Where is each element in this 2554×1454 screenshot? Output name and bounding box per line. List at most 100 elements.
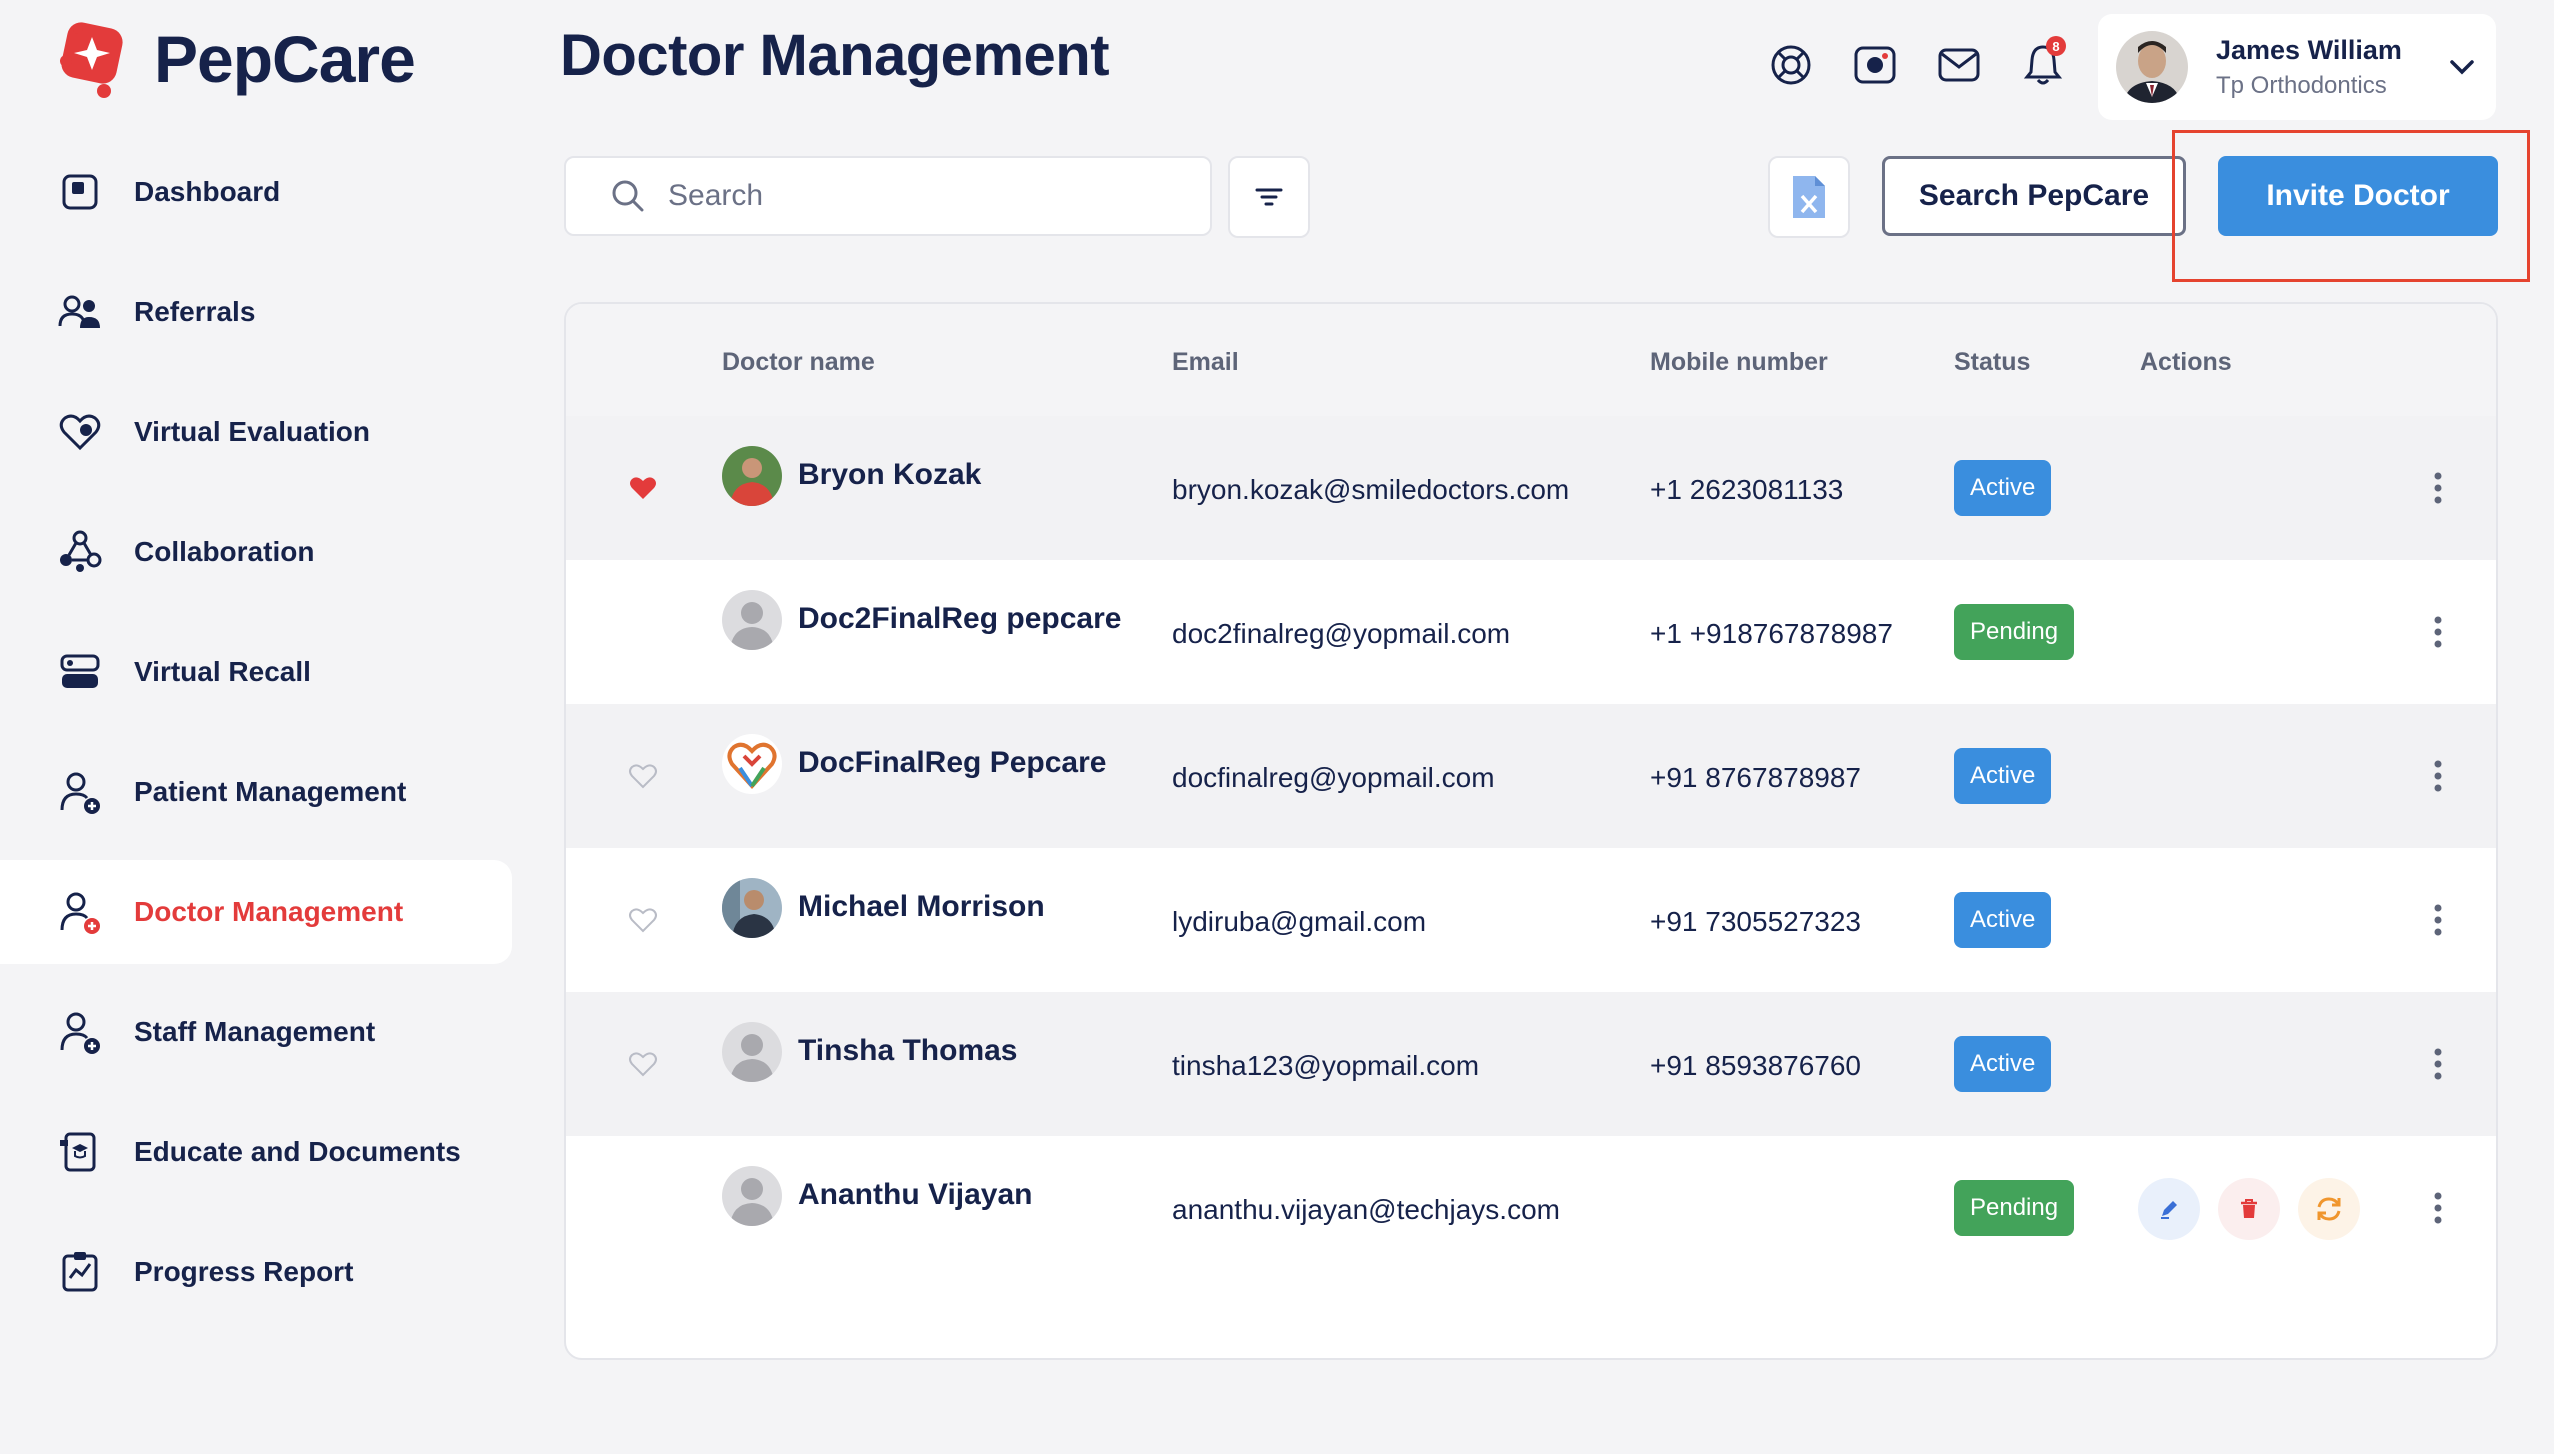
sidebar-item-patient-management[interactable]: Patient Management [0,740,512,844]
column-header-mobile[interactable]: Mobile number [1650,348,1828,377]
doctor-name[interactable]: Michael Morrison [798,890,1045,924]
sidebar-item-referrals[interactable]: Referrals [0,260,512,364]
delete-button[interactable] [2218,1178,2280,1240]
export-excel-button[interactable] [1768,156,1850,238]
recall-icon [56,648,104,696]
more-options-icon[interactable] [2418,1188,2458,1228]
more-options-icon[interactable] [2418,756,2458,796]
search-pepcare-button[interactable]: Search PepCare [1882,156,2186,236]
sidebar-item-educate-documents[interactable]: Educate and Documents [0,1100,512,1204]
filter-icon [1255,188,1283,206]
status-badge: Active [1954,460,2052,516]
chevron-down-icon[interactable] [2446,51,2478,83]
favorite-heart-outline-icon[interactable] [628,904,658,934]
sidebar-item-staff-management[interactable]: Staff Management [0,980,512,1084]
sidebar-item-label: Referrals [134,296,256,327]
sidebar-item-label: Collaboration [134,536,315,567]
support-icon[interactable] [1766,40,1816,90]
sidebar-item-virtual-evaluation[interactable]: Virtual Evaluation [0,380,512,484]
trash-icon [2241,1199,2257,1218]
doctor-name[interactable]: Ananthu Vijayan [798,1178,1033,1212]
resend-button[interactable] [2298,1178,2360,1240]
doctor-avatar-placeholder [722,1022,782,1082]
doctor-name[interactable]: Tinsha Thomas [798,1034,1018,1068]
sidebar: Dashboard Referrals Virtual Evaluation C… [0,140,512,1340]
pepcare-logo-icon [60,22,123,98]
doctor-email: docfinalreg@yopmail.com [1172,762,1495,793]
dashboard-icon [56,168,104,216]
app-name: PepCare [154,22,416,96]
table-row[interactable]: DocFinalReg Pepcare docfinalreg@yopmail.… [566,704,2496,848]
doctor-name[interactable]: Doc2FinalReg pepcare [798,602,1121,636]
edit-button[interactable] [2138,1178,2200,1240]
notification-badge: 8 [2046,36,2066,56]
record-icon[interactable] [1850,40,1900,90]
sidebar-item-doctor-management[interactable]: Doctor Management [0,860,512,964]
refresh-icon [2317,1197,2341,1221]
invite-doctor-button[interactable]: Invite Doctor [2218,156,2498,236]
progress-report-icon [56,1248,104,1296]
sidebar-item-progress-report[interactable]: Progress Report [0,1220,512,1324]
column-header-actions: Actions [2140,348,2232,376]
user-avatar [2116,31,2188,103]
more-options-icon[interactable] [2418,468,2458,508]
search-box[interactable] [564,156,1212,236]
status-badge: Pending [1954,604,2075,660]
more-options-icon[interactable] [2418,900,2458,940]
sidebar-item-label: Doctor Management [134,896,404,927]
user-menu[interactable]: James William Tp Orthodontics [2098,14,2496,120]
pencil-icon [2161,1201,2177,1219]
sidebar-item-label: Virtual Recall [134,656,311,687]
doctor-icon [56,888,104,936]
doctor-email: doc2finalreg@yopmail.com [1172,618,1511,649]
patient-icon [56,768,104,816]
doctor-mobile: +91 8767878987 [1650,762,1861,793]
sidebar-item-label: Dashboard [134,176,281,207]
doctor-email: bryon.kozak@smiledoctors.com [1172,474,1570,505]
table-row[interactable]: Michael Morrison lydiruba@gmail.com +91 … [566,848,2496,992]
search-icon [612,180,644,212]
doctor-name[interactable]: DocFinalReg Pepcare [798,746,1106,780]
sidebar-item-label: Progress Report [134,1256,354,1287]
table-row[interactable]: Tinsha Thomas tinsha123@yopmail.com +91 … [566,992,2496,1136]
doctor-mobile: +1 +918767878987 [1650,618,1893,649]
heart-icon [56,408,104,456]
sidebar-item-collaboration[interactable]: Collaboration [0,500,512,604]
table-row[interactable]: Ananthu Vijayan ananthu.vijayan@techjays… [566,1136,2496,1280]
column-header-email[interactable]: Email [1172,348,1239,377]
status-badge: Active [1954,1036,2052,1092]
table-row[interactable]: Doc2FinalReg pepcare doc2finalreg@yopmai… [566,560,2496,704]
filter-button[interactable] [1228,156,1310,238]
sidebar-item-dashboard[interactable]: Dashboard [0,140,512,244]
doctor-email: tinsha123@yopmail.com [1172,1050,1480,1081]
sidebar-item-virtual-recall[interactable]: Virtual Recall [0,620,512,724]
status-badge: Pending [1954,1180,2075,1236]
notification-bell-icon[interactable]: 8 [2018,36,2068,90]
status-badge: Active [1954,748,2052,804]
collaboration-icon [56,528,104,576]
excel-file-icon [1793,176,1825,218]
favorite-heart-outline-icon[interactable] [628,760,658,790]
column-header-status[interactable]: Status [1954,348,2030,377]
doctor-mobile: +91 8593876760 [1650,1050,1861,1081]
table-row[interactable]: Bryon Kozak bryon.kozak@smiledoctors.com… [566,416,2496,560]
doctor-table: Doctor name Email Mobile number Status A… [564,302,2498,1360]
more-options-icon[interactable] [2418,1044,2458,1084]
sidebar-item-label: Virtual Evaluation [134,416,370,447]
page-title: Doctor Management [560,23,1110,88]
documents-icon [56,1128,104,1176]
more-options-icon[interactable] [2418,612,2458,652]
mail-icon[interactable] [1934,40,1984,90]
app-logo[interactable]: PepCare [52,14,416,104]
doctor-mobile: +91 7305527323 [1650,906,1861,937]
sidebar-item-label: Educate and Documents [134,1136,461,1167]
status-badge: Active [1954,892,2052,948]
search-input[interactable] [668,179,1148,213]
doctor-name[interactable]: Bryon Kozak [798,458,981,492]
doctor-email: ananthu.vijayan@techjays.com [1172,1194,1560,1225]
user-organization: Tp Orthodontics [2216,71,2387,99]
doctor-avatar [722,878,782,938]
favorite-heart-filled-icon[interactable] [628,472,658,502]
column-header-doctor-name[interactable]: Doctor name [722,348,875,377]
favorite-heart-outline-icon[interactable] [628,1048,658,1078]
